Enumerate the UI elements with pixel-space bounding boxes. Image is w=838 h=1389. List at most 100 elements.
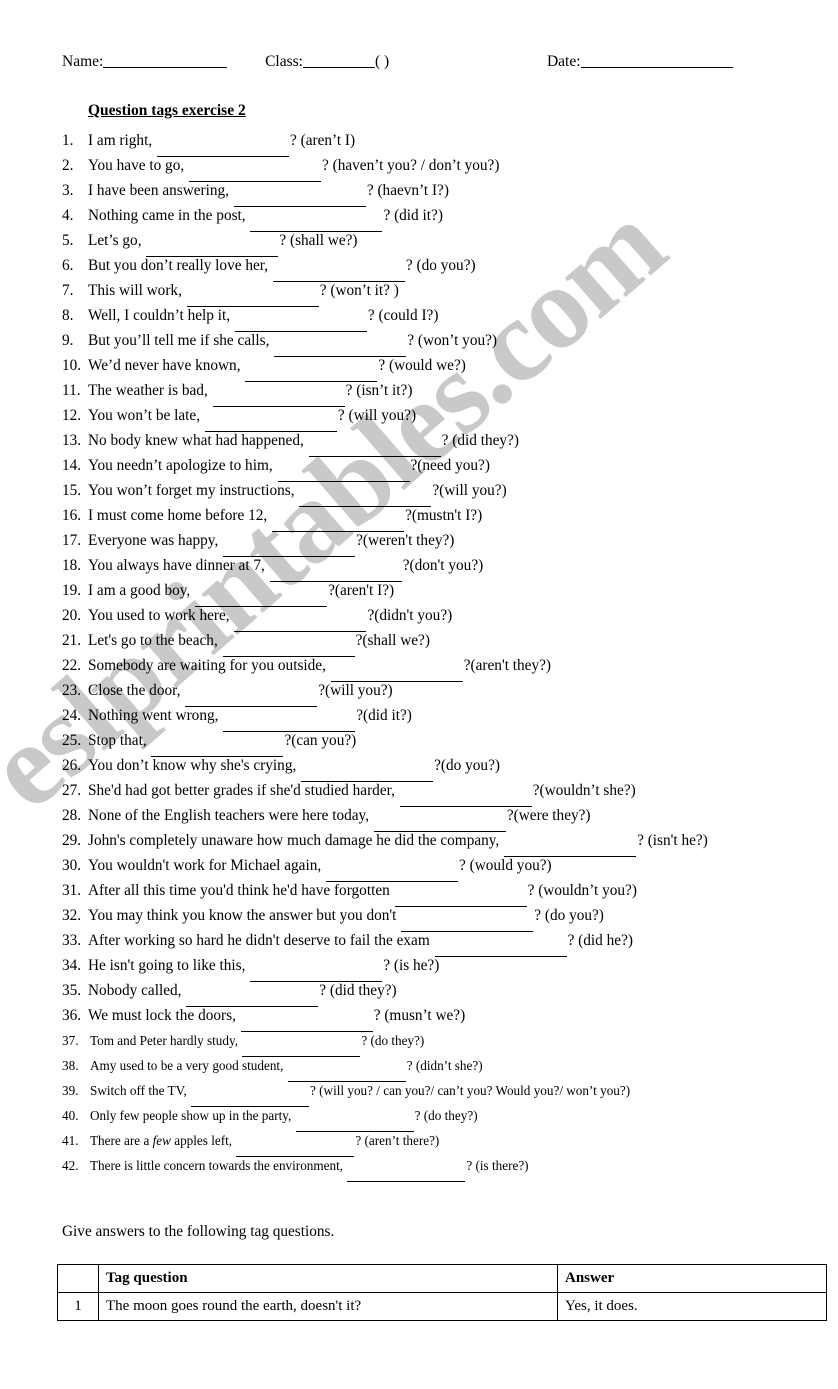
question-item: 33. After working so hard he didn't deser… — [62, 928, 792, 957]
name-input-rule[interactable] — [103, 67, 228, 68]
question-number: 19. — [62, 582, 82, 599]
question-text: Tom and Peter hardly study, — [90, 1033, 239, 1048]
question-number: 39. — [62, 1083, 79, 1098]
expected-tag-answer: ?(weren't they?) — [356, 532, 455, 549]
expected-tag-answer: ? (musn’t we?) — [373, 1007, 466, 1024]
expected-tag-answer: ? (would you?) — [459, 857, 552, 874]
question-number: 7. — [62, 282, 74, 299]
question-number: 5. — [62, 232, 74, 249]
expected-tag-answer: ? (do you?) — [405, 257, 476, 274]
name-label: Name: — [62, 53, 104, 70]
question-item: 14. You needn’t apologize to him, ?(need … — [62, 453, 792, 482]
expected-tag-answer: ?(will you?) — [432, 482, 507, 499]
question-text: Stop that, — [88, 732, 147, 749]
expected-tag-answer: ? (isn’t it?) — [345, 382, 413, 399]
expected-tag-answer: ? (is there?) — [466, 1158, 529, 1173]
expected-tag-answer: ? (could I?) — [367, 307, 439, 324]
question-item: 35. Nobody called, ? (did they?) — [62, 978, 792, 1007]
question-number: 23. — [62, 682, 82, 699]
question-number: 38. — [62, 1058, 79, 1073]
expected-tag-answer: ? (do they?) — [361, 1033, 425, 1048]
expected-tag-answer: ? (would we?) — [378, 357, 466, 374]
question-item: 30. You wouldn't work for Michael again, … — [62, 853, 792, 882]
question-item: 16. I must come home before 12, ?(mustn't… — [62, 503, 792, 532]
expected-tag-answer: ? (did they?) — [319, 982, 397, 999]
worksheet-page: Name: Class: ( ) Date: Question tags exer… — [0, 0, 838, 1389]
question-text: You don’t know why she's crying, — [88, 757, 297, 774]
question-number: 1. — [62, 132, 74, 149]
question-item: 39. Switch off the TV, ? (will you? / can… — [62, 1078, 792, 1107]
question-item: 21. Let's go to the beach, ?(shall we?) — [62, 628, 792, 657]
question-text: Well, I couldn’t help it, — [88, 307, 231, 324]
question-item: 26. You don’t know why she's crying, ?(do… — [62, 753, 792, 782]
question-number: 36. — [62, 1007, 82, 1024]
answer-blank[interactable] — [347, 1156, 466, 1182]
question-number: 16. — [62, 507, 82, 524]
question-number: 24. — [62, 707, 82, 724]
expected-tag-answer: ? (will you? / can you?/ can’t you? Woul… — [310, 1083, 631, 1098]
question-text: You needn’t apologize to him, — [88, 457, 273, 474]
question-text: After working so hard he didn't deserve … — [88, 932, 430, 949]
question-text: You used to work here, — [88, 607, 230, 624]
question-text: Switch off the TV, — [90, 1083, 187, 1098]
question-item: 13. No body knew what had happened, ? (di… — [62, 428, 792, 457]
expected-tag-answer: ? (do you?) — [534, 907, 604, 924]
question-number: 29. — [62, 832, 82, 849]
question-text: You have to go, — [88, 157, 185, 174]
question-text: This will work, — [88, 282, 182, 299]
question-number: 41. — [62, 1133, 79, 1148]
question-text: There are a few apples left, — [90, 1133, 233, 1148]
expected-tag-answer: ? (do they?) — [414, 1108, 478, 1123]
header-answer: Answer — [557, 1264, 827, 1293]
expected-tag-answer: ?(didn't you?) — [367, 607, 453, 624]
question-text: I have been answering, — [88, 182, 230, 199]
question-number: 32. — [62, 907, 82, 924]
question-number: 9. — [62, 332, 74, 349]
question-number: 6. — [62, 257, 74, 274]
class-input-rule[interactable] — [302, 67, 375, 68]
question-text: Let’s go, — [88, 232, 142, 249]
question-item: 2. You have to go, ? (haven’t you? / don’… — [62, 153, 792, 182]
expected-tag-answer: ? (won’t you?) — [407, 332, 498, 349]
question-number: 30. — [62, 857, 82, 874]
row-answer[interactable]: Yes, it does. — [557, 1292, 827, 1321]
question-text: Nobody called, — [88, 982, 182, 999]
expected-tag-answer: ?(will you?) — [318, 682, 393, 699]
question-item: 15. You won’t forget my instructions, ?(w… — [62, 478, 792, 507]
expected-tag-answer: ? (won’t it? ) — [319, 282, 399, 299]
question-text: You always have dinner at 7, — [88, 557, 265, 574]
question-number: 10. — [62, 357, 82, 374]
date-input-rule[interactable] — [580, 67, 733, 68]
expected-tag-answer: ?(shall we?) — [355, 632, 430, 649]
expected-tag-answer: ?(do you?) — [434, 757, 500, 774]
question-text: Nothing came in the post, — [88, 207, 246, 224]
question-item: 3. I have been answering, ? (haevn’t I?) — [62, 178, 792, 207]
question-text: Only few people show up in the party, — [90, 1108, 292, 1123]
question-number: 20. — [62, 607, 82, 624]
question-text: You won’t be late, — [88, 407, 201, 424]
table-header-row: Tag question Answer — [57, 1264, 827, 1293]
question-text: Nothing went wrong, — [88, 707, 219, 724]
expected-tag-answer: ? (didn’t she?) — [406, 1058, 483, 1073]
expected-tag-answer: ? (aren’t there?) — [355, 1133, 440, 1148]
header-index — [57, 1264, 99, 1293]
expected-tag-answer: ? (haven’t you? / don’t you?) — [322, 157, 500, 174]
question-text: John's completely unaware how much damag… — [88, 832, 500, 849]
question-item: 10. We’d never have known, ? (would we?) — [62, 353, 792, 382]
expected-tag-answer: ? (haevn’t I?) — [366, 182, 449, 199]
table-body: 1 The moon goes round the earth, doesn't … — [57, 1292, 827, 1321]
question-item: 8. Well, I couldn’t help it, ? (could I?) — [62, 303, 792, 332]
question-text: I am right, — [88, 132, 153, 149]
question-text: After all this time you'd think he'd hav… — [88, 882, 390, 899]
question-number: 12. — [62, 407, 82, 424]
expected-tag-answer: ? (isn't he?) — [637, 832, 708, 849]
expected-tag-answer: ?(were they?) — [506, 807, 591, 824]
question-item: 25. Stop that, ?(can you?) — [62, 728, 792, 757]
question-item: 24. Nothing went wrong, ?(did it?) — [62, 703, 792, 732]
question-item: 9. But you’ll tell me if she calls, ? (wo… — [62, 328, 792, 357]
question-number: 28. — [62, 807, 82, 824]
question-text: No body knew what had happened, — [88, 432, 304, 449]
question-text: We’d never have known, — [88, 357, 241, 374]
expected-tag-answer: ? (did it?) — [383, 207, 443, 224]
question-item: 18. You always have dinner at 7, ?(don't … — [62, 553, 792, 582]
